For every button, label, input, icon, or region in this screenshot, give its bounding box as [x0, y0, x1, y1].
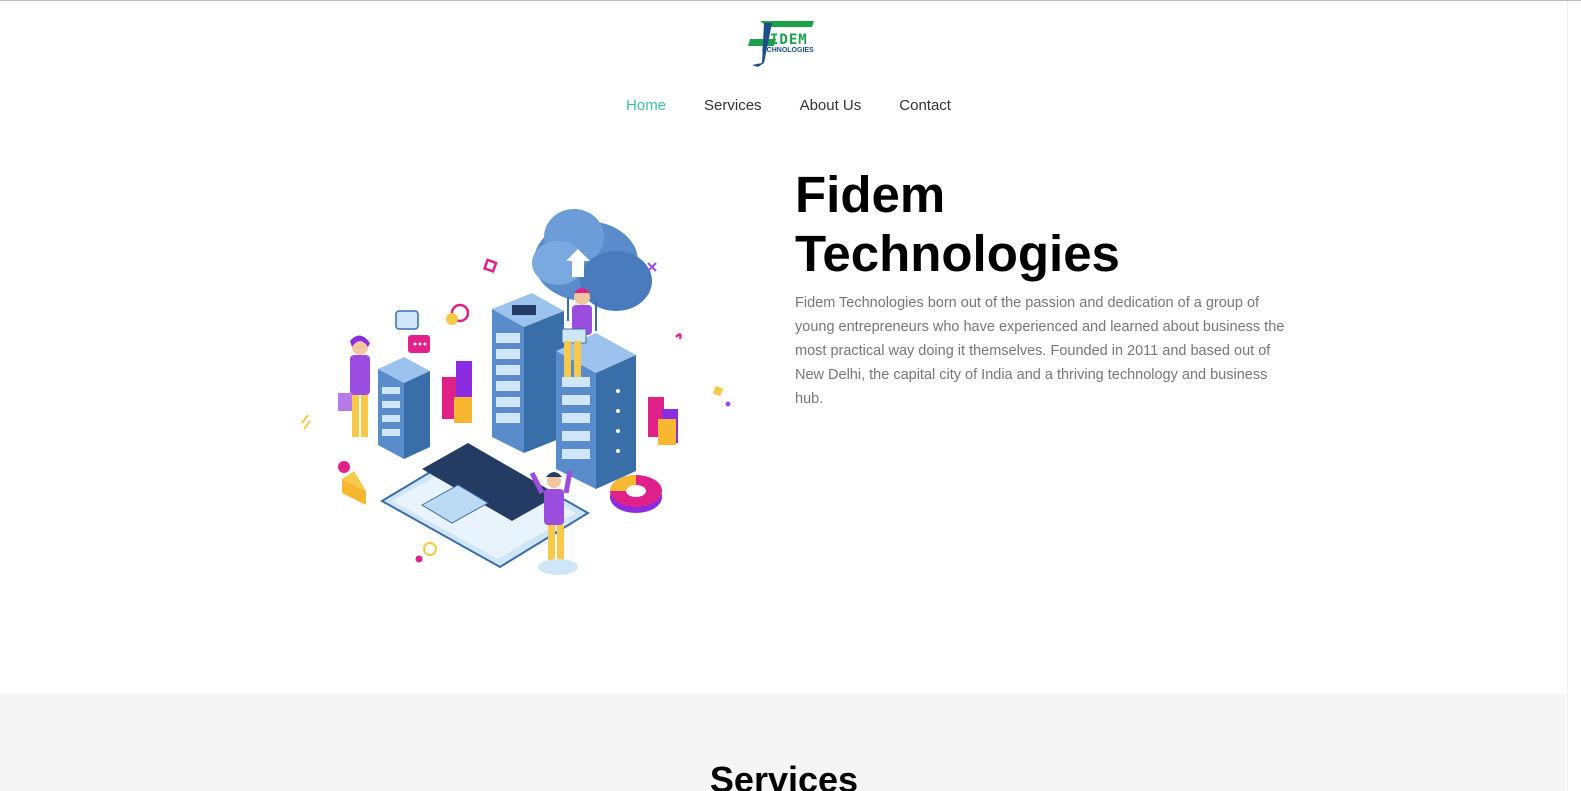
- hero-title: Fidem Technologies: [795, 165, 1295, 283]
- main-nav: Home Services About Us Contact: [0, 97, 1568, 114]
- mail-icon: [338, 461, 366, 505]
- chat-bubble-icon: [395, 310, 430, 353]
- hero-description: Fidem Technologies born out of the passi…: [795, 295, 1285, 407]
- small-server-icon: [378, 357, 430, 459]
- hero-title-line2: Technologies: [795, 225, 1120, 282]
- services-heading: Services: [709, 759, 859, 791]
- person-icon: [338, 335, 370, 437]
- logo-wordmark: IDEM: [770, 32, 808, 48]
- server-rack-icon: [492, 293, 564, 453]
- scrollbar[interactable]: [1567, 1, 1581, 791]
- nav-services[interactable]: Services: [704, 97, 762, 114]
- nav-contact[interactable]: Contact: [899, 97, 951, 114]
- logo-subtitle: ECHNOLOGIES: [762, 47, 814, 54]
- nav-about-us[interactable]: About Us: [800, 97, 862, 114]
- cloud-icon: [532, 209, 652, 311]
- hero-title-line1: Fidem: [795, 166, 946, 223]
- page: IDEM ECHNOLOGIES Home Services About Us …: [0, 0, 1581, 791]
- bar-chart-icon: [442, 361, 472, 423]
- hero-illustration: [301, 209, 731, 575]
- bar-chart-icon-2: [648, 397, 678, 445]
- nav-home[interactable]: Home: [626, 97, 666, 114]
- donut-chart-icon: [610, 475, 662, 513]
